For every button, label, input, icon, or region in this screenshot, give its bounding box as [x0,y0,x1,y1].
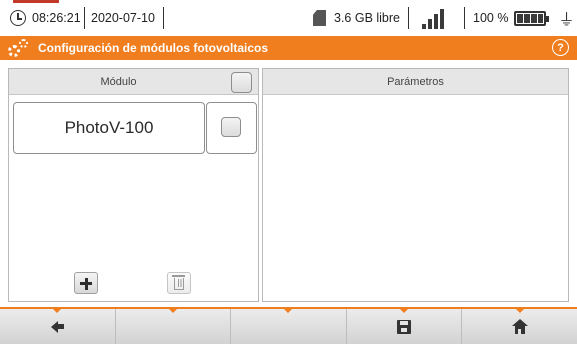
home-icon [511,319,528,334]
help-icon[interactable]: ? [552,39,569,56]
status-separator [163,7,164,29]
toolbar-empty-button-1[interactable] [115,308,232,344]
battery-display: 100 % ⏚ [473,3,574,33]
storage-text: 3.6 GB libre [334,11,401,25]
title-bar: Configuración de módulos fotovoltaicos ? [0,36,577,60]
module-column-header: Módulo [9,69,258,95]
save-button[interactable] [346,308,463,344]
parameters-panel: Parámetros [262,68,569,302]
status-bar: 08:26:21 2020-07-10 3.6 GB libre 100 % ⏚ [0,3,577,33]
toolbar-empty-button-2[interactable] [231,308,347,344]
date-text: 2020-07-10 [91,11,155,25]
back-button[interactable] [0,308,116,344]
status-separator [408,7,409,29]
date-display: 2020-07-10 [91,3,155,33]
module-checkbox[interactable] [221,117,241,137]
select-all-checkbox[interactable] [231,72,252,93]
module-name: PhotoV-100 [64,118,154,137]
battery-percent-text: 100 % [473,11,509,25]
add-module-button[interactable] [74,272,98,294]
page-title: Configuración de módulos fotovoltaicos [38,41,269,55]
clock-icon [10,10,26,26]
help-label: ? [557,41,564,54]
signal-display [422,3,444,33]
trash-icon [172,275,185,290]
signal-icon [422,7,444,29]
sd-card-icon [313,10,326,26]
home-button[interactable] [462,308,577,344]
storage-display: 3.6 GB libre [313,3,400,33]
status-separator [464,7,465,29]
parameters-column-header: Parámetros [263,69,568,95]
module-item[interactable]: PhotoV-100 [13,102,205,154]
battery-icon [514,10,550,26]
module-panel: Módulo PhotoV-100 [8,68,259,302]
status-separator [84,7,85,29]
back-arrow-icon [50,320,64,333]
bottom-toolbar [0,307,577,344]
parameters-header-label: Parámetros [387,75,444,88]
time-display: 08:26:21 [10,3,81,33]
gears-icon [8,38,30,58]
delete-module-button[interactable] [167,272,191,294]
time-text: 08:26:21 [32,11,81,25]
save-icon [397,319,412,334]
power-plug-icon: ⏚ [558,12,575,29]
module-checkbox-cell[interactable] [206,102,257,154]
module-header-label: Módulo [100,75,137,88]
